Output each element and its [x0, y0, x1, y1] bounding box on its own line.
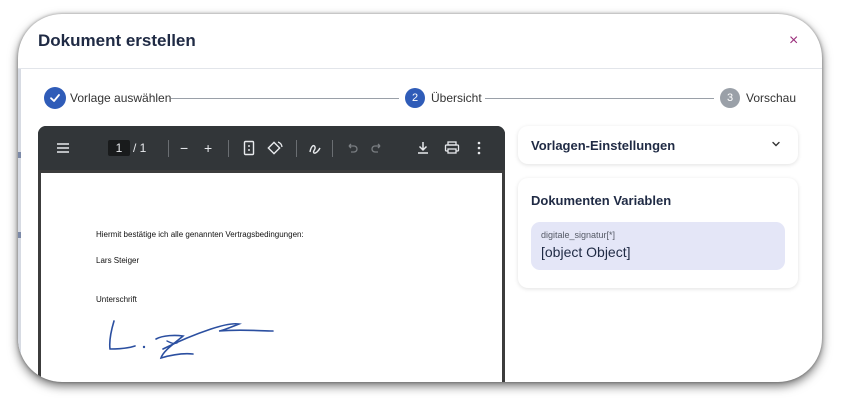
- close-icon[interactable]: ×: [789, 31, 798, 51]
- step-2-label[interactable]: Übersicht: [431, 91, 482, 105]
- redo-icon[interactable]: [371, 138, 383, 163]
- rotate-icon[interactable]: [267, 138, 283, 163]
- toolbar-divider: [332, 140, 333, 157]
- step-connector: [485, 98, 714, 99]
- template-settings-label: Vorlagen-Einstellungen: [531, 138, 676, 153]
- background-edge: [18, 68, 21, 382]
- pdf-page: Hiermit bestätige ich alle genannten Ver…: [41, 173, 502, 382]
- document-variables-panel: Dokumenten Variablen digitale_signatur[*…: [518, 178, 798, 288]
- page-total: / 1: [133, 141, 147, 155]
- background-mark: [18, 232, 21, 238]
- toolbar-divider: [296, 140, 297, 157]
- print-icon[interactable]: [444, 138, 460, 163]
- pdf-toolbar: 1 / 1 − +: [38, 126, 505, 170]
- menu-icon[interactable]: [56, 138, 70, 163]
- page-number-input[interactable]: 1: [108, 140, 130, 156]
- zoom-out-button[interactable]: −: [180, 138, 188, 158]
- download-icon[interactable]: [416, 138, 430, 163]
- undo-icon[interactable]: [346, 138, 358, 163]
- chevron-down-icon[interactable]: [770, 138, 782, 150]
- step-1-check-icon[interactable]: [44, 87, 66, 109]
- step-2-number[interactable]: 2: [405, 88, 425, 108]
- document-signer-name: Lars Steiger: [96, 256, 140, 265]
- step-3-label[interactable]: Vorschau: [746, 91, 796, 105]
- stepper: Vorlage auswählen 2 Übersicht 3 Vorschau: [18, 86, 822, 110]
- annotate-icon[interactable]: [308, 138, 322, 163]
- variable-name: digitale_signatur[*]: [541, 230, 616, 240]
- document-signature-label: Unterschrift: [96, 295, 137, 304]
- toolbar-divider: [228, 140, 229, 157]
- toolbar-divider: [168, 140, 169, 157]
- more-vertical-icon[interactable]: [476, 138, 482, 163]
- fit-page-icon[interactable]: [243, 138, 255, 163]
- document-variables-label: Dokumenten Variablen: [531, 193, 672, 208]
- background-mark: [18, 152, 21, 158]
- dialog-frame: Dokument erstellen × Vorlage auswählen 2…: [18, 14, 822, 382]
- template-settings-accordion[interactable]: Vorlagen-Einstellungen: [518, 126, 798, 164]
- header-divider: [18, 68, 822, 69]
- signature-image: [108, 320, 274, 360]
- step-3-number[interactable]: 3: [720, 88, 740, 108]
- zoom-in-button[interactable]: +: [204, 138, 212, 158]
- step-connector: [171, 98, 399, 99]
- dialog-title: Dokument erstellen: [38, 31, 196, 50]
- step-1-label[interactable]: Vorlage auswählen: [70, 91, 171, 105]
- pdf-viewer: 1 / 1 − + Hiermit bestätige ich alle gen…: [38, 126, 505, 382]
- variable-value[interactable]: [object Object]: [541, 244, 631, 260]
- variable-field[interactable]: digitale_signatur[*] [object Object]: [531, 222, 785, 270]
- document-confirmation-text: Hiermit bestätige ich alle genannten Ver…: [96, 230, 304, 239]
